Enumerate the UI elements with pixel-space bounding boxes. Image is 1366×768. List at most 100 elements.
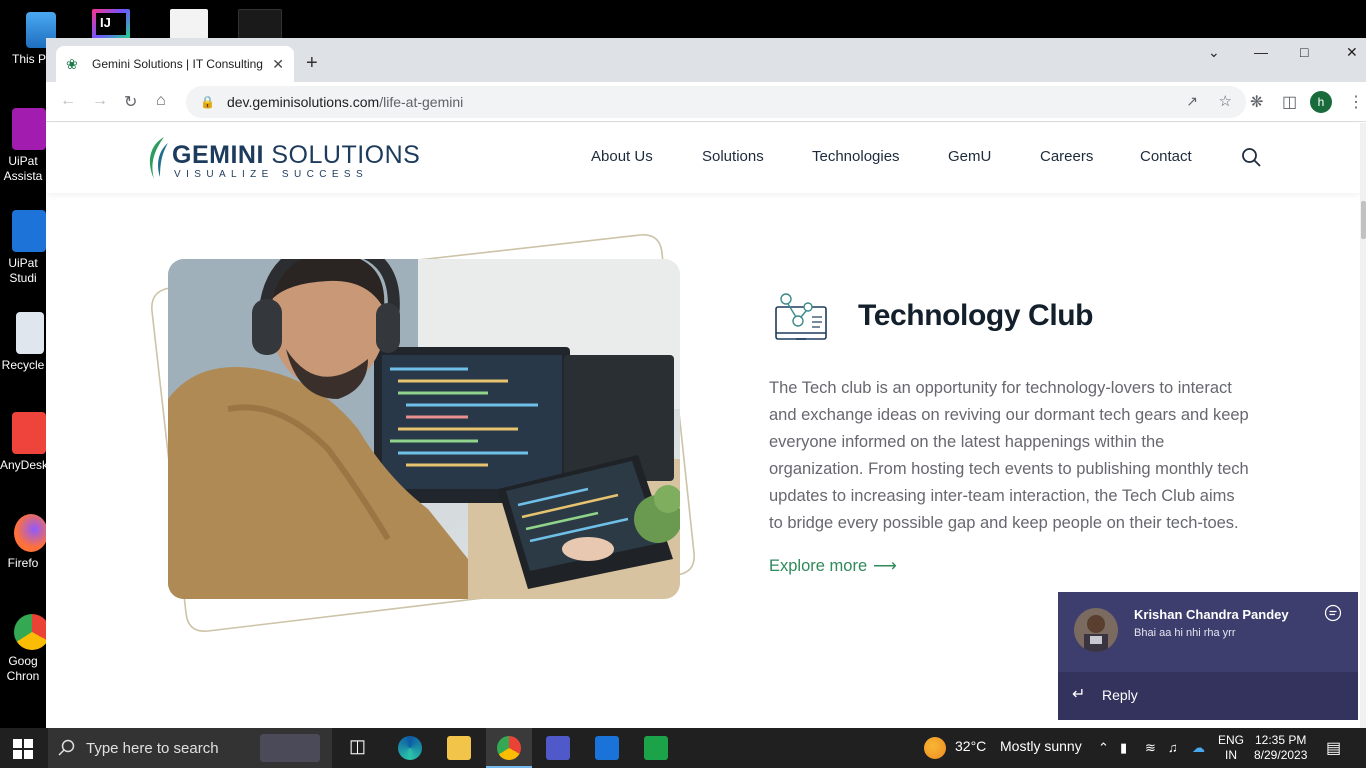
browser-toolbar: ← → ↻ ⌂ 🔒 dev.geminisolutions.com/life-a…	[46, 82, 1366, 122]
taskbar: Type here to search ◫ 32°C Mostly sunny …	[0, 728, 1366, 768]
sender-avatar-image	[1074, 608, 1118, 652]
logo-tagline: VISUALIZE SUCCESS	[174, 169, 369, 180]
intellij-icon[interactable]: IJ	[92, 9, 130, 39]
forward-icon[interactable]: →	[92, 92, 108, 110]
firefox-icon	[14, 514, 48, 552]
lock-icon: 🔒	[200, 95, 215, 109]
profile-avatar[interactable]: h	[1310, 91, 1332, 113]
desktop-icon-uipath-assistant[interactable]: UiPat Assista	[0, 108, 46, 184]
teams-notification[interactable]: Krishan Chandra Pandey Bhai aa hi nhi rh…	[1058, 592, 1358, 720]
new-tab-icon[interactable]: +	[306, 52, 318, 75]
taskbar-search-icon	[58, 739, 75, 756]
browser-tab[interactable]: ❀ Gemini Solutions | IT Consulting ✕	[56, 46, 294, 82]
bookmark-star-icon[interactable]: ☆	[1219, 92, 1232, 110]
close-window-icon[interactable]: ✕	[1346, 44, 1358, 61]
explore-more-link[interactable]: Explore more ⟶	[769, 556, 897, 576]
back-icon[interactable]: ←	[60, 92, 76, 110]
scrollbar-thumb[interactable]	[1361, 201, 1366, 239]
region-code: IN	[1225, 748, 1237, 762]
description-line: The Tech club is an opportunity for tech…	[769, 379, 1232, 397]
desktop-icon-label: Goog Chron	[6, 654, 40, 683]
extensions-icon[interactable]: ❋	[1250, 92, 1263, 112]
onedrive-icon[interactable]: ☁	[1192, 740, 1205, 756]
reply-label: Reply	[1102, 687, 1138, 703]
chrome-icon	[14, 614, 50, 650]
side-panel-icon[interactable]: ◫	[1282, 92, 1297, 112]
thumbnail-icon[interactable]	[238, 9, 282, 39]
media-player-icon[interactable]	[644, 736, 668, 760]
uipath-taskbar-icon[interactable]	[595, 736, 619, 760]
reply-button[interactable]: ↵ Reply	[1058, 672, 1358, 720]
section-description: The Tech club is an opportunity for tech…	[769, 375, 1269, 537]
battery-icon[interactable]: ▮	[1120, 740, 1127, 756]
edge-icon[interactable]	[398, 736, 422, 760]
explore-more-label: Explore more	[769, 557, 868, 575]
home-icon[interactable]: ⌂	[156, 92, 166, 110]
menu-kebab-icon[interactable]: ⋮	[1348, 92, 1364, 112]
desktop-icon-uipath-studio[interactable]: UiPat Studi	[0, 210, 46, 286]
desktop-icon-anydesk[interactable]: AnyDesk	[0, 412, 46, 473]
search-icon[interactable]	[1241, 147, 1261, 167]
share-icon[interactable]: ↗	[1186, 93, 1198, 110]
desktop-icon-chrome[interactable]: Goog Chron	[0, 614, 50, 684]
close-tab-icon[interactable]: ✕	[272, 56, 284, 73]
anydesk-icon	[12, 412, 46, 454]
url-path: /life-at-gemini	[379, 94, 464, 110]
weather-temp[interactable]: 32°C	[955, 738, 986, 754]
notification-message: Bhai aa hi nhi rha yrr	[1134, 627, 1236, 639]
tab-title: Gemini Solutions | IT Consulting	[92, 57, 263, 71]
address-bar[interactable]: 🔒 dev.geminisolutions.com/life-at-gemini…	[186, 86, 1246, 118]
reload-icon[interactable]: ↻	[124, 92, 137, 112]
maximize-icon[interactable]: □	[1300, 44, 1308, 60]
developer-at-desk-illustration	[168, 259, 680, 599]
nav-contact[interactable]: Contact	[1140, 148, 1192, 165]
nav-technologies[interactable]: Technologies	[812, 148, 900, 165]
nav-careers[interactable]: Careers	[1040, 148, 1093, 165]
gemini-favicon-icon: ❀	[66, 56, 78, 72]
logo-text: GEMINI SOLUTIONS	[172, 141, 420, 170]
document-icon[interactable]	[170, 9, 208, 39]
volume-icon[interactable]: ♫	[1168, 740, 1178, 755]
show-hidden-icons-icon[interactable]: ⌃	[1098, 740, 1109, 756]
desktop-icon-this-pc[interactable]: This P	[0, 12, 56, 67]
windows-start-icon[interactable]	[13, 739, 33, 759]
nav-gemu[interactable]: GemU	[948, 148, 991, 165]
site-header: GEMINI SOLUTIONS VISUALIZE SUCCESS About…	[46, 123, 1360, 193]
description-line: to bridge every possible gap and keep pe…	[769, 514, 1239, 532]
taskbar-search[interactable]: Type here to search	[48, 728, 332, 768]
notification-sender: Krishan Chandra Pandey	[1134, 607, 1289, 622]
sender-avatar	[1074, 608, 1118, 652]
desktop-icon-recycle-bin[interactable]: Recycle	[0, 312, 46, 373]
description-line: updates to increasing inter-team interac…	[769, 487, 1235, 505]
logo-main: GEMINI	[172, 141, 264, 169]
gemini-leaf-icon	[149, 137, 168, 179]
desktop-icon-label: Firefo	[7, 556, 39, 570]
url-domain: dev.geminisolutions.com	[226, 94, 380, 110]
chat-icon	[1324, 604, 1342, 622]
description-line: everyone informed on the latest happenin…	[769, 433, 1165, 451]
desktop-icon-label: Recycle	[1, 358, 45, 372]
wifi-icon[interactable]: ≋	[1145, 740, 1156, 756]
technology-club-icon	[775, 293, 827, 340]
file-explorer-icon[interactable]	[447, 736, 471, 760]
task-view-icon[interactable]: ◫	[349, 736, 373, 760]
clock[interactable]: 12:35 PM 8/29/2023	[1254, 733, 1307, 763]
desktop-icon-firefox[interactable]: Firefo	[0, 514, 48, 571]
tab-search-chevron-icon[interactable]: ⌄	[1208, 44, 1220, 61]
minimize-icon[interactable]: —	[1254, 44, 1268, 60]
notification-center-icon[interactable]: ▤	[1326, 738, 1341, 758]
teams-icon[interactable]	[546, 736, 570, 760]
desktop-icon-label: UiPat Assista	[3, 154, 43, 183]
gemini-logo[interactable]: GEMINI SOLUTIONS VISUALIZE SUCCESS	[144, 135, 420, 181]
desktop-icon-label: UiPat Studi	[8, 256, 38, 285]
weather-desc[interactable]: Mostly sunny	[1000, 738, 1082, 754]
nav-about-us[interactable]: About Us	[591, 148, 653, 165]
chrome-taskbar-icon[interactable]	[497, 736, 521, 760]
nav-solutions[interactable]: Solutions	[702, 148, 764, 165]
desktop-icon-label: This P	[11, 52, 46, 66]
uipath-assistant-icon	[12, 108, 46, 150]
language-indicator[interactable]: ENG IN	[1218, 733, 1244, 763]
arrow-right-icon: ⟶	[873, 557, 897, 575]
clock-date: 8/29/2023	[1254, 748, 1308, 762]
language-code: ENG	[1218, 733, 1245, 747]
